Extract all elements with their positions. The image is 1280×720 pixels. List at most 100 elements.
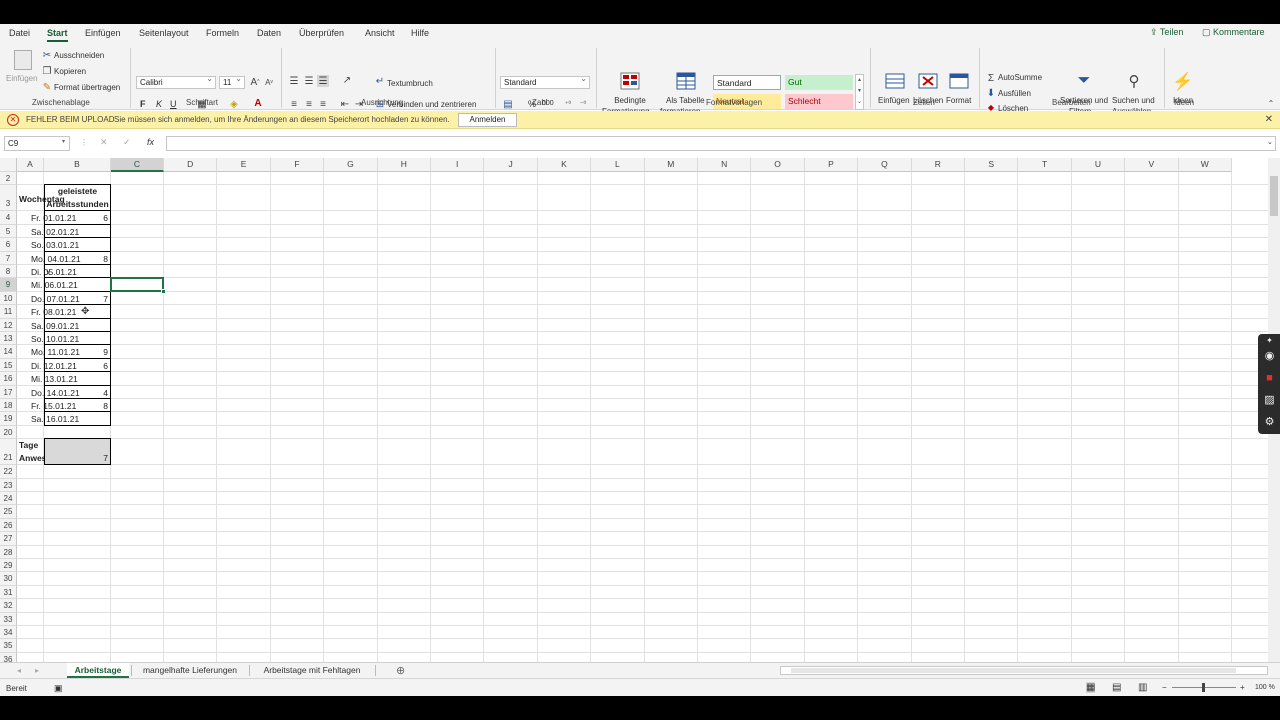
row-header-24[interactable]: 24 xyxy=(0,492,17,506)
format-painter-button[interactable]: Format übertragen xyxy=(54,83,120,92)
format-as-table-icon[interactable] xyxy=(676,72,696,90)
enter-icon[interactable]: ✓ xyxy=(123,137,131,148)
image-icon[interactable]: ▨ xyxy=(1263,394,1276,407)
paste-icon[interactable] xyxy=(14,50,32,70)
row-header-28[interactable]: 28 xyxy=(0,545,17,559)
column-header-r[interactable]: R xyxy=(911,158,965,172)
cancel-icon[interactable]: ✕ xyxy=(100,137,108,148)
tab-insert[interactable]: Einfügen xyxy=(85,28,121,38)
font-size-select[interactable]: 11 xyxy=(219,74,245,89)
tab-page-layout[interactable]: Seitenlayout xyxy=(139,28,189,38)
day-cell[interactable]: Sa. 09.01.21 xyxy=(25,321,79,331)
hours-cell[interactable]: 8 xyxy=(44,254,108,264)
column-header-w[interactable]: W xyxy=(1178,158,1232,172)
conditional-formatting-label-1[interactable]: Bedingte xyxy=(614,96,646,105)
day-cell[interactable]: Mi. 13.01.21 xyxy=(25,374,78,384)
tab-data[interactable]: Daten xyxy=(257,28,281,38)
row-header-26[interactable]: 26 xyxy=(0,518,17,533)
comments-button[interactable]: ▢ Kommentare xyxy=(1202,27,1265,38)
sort-filter-icon[interactable]: ⏷ xyxy=(1074,72,1094,90)
summary-value-cell[interactable]: 7 xyxy=(44,438,111,466)
hours-cell[interactable]: 8 xyxy=(44,401,108,411)
column-header-b[interactable]: B xyxy=(44,158,111,172)
collapse-ribbon-icon[interactable]: ⌃ xyxy=(1266,98,1276,108)
hours-cell[interactable]: 9 xyxy=(44,347,108,357)
select-all-corner[interactable] xyxy=(0,158,17,172)
row-header-29[interactable]: 29 xyxy=(0,559,17,573)
pin-icon[interactable]: ✦ xyxy=(1263,334,1276,347)
header-arbeitsstunden-line[interactable]: Arbeitsstunden xyxy=(44,199,111,209)
format-as-table-label-1[interactable]: Als Tabelle xyxy=(666,96,705,105)
column-header-t[interactable]: T xyxy=(1018,158,1072,172)
sign-in-button[interactable]: Anmelden xyxy=(458,113,517,127)
accounting-icon[interactable]: ▤ xyxy=(501,98,515,110)
wrap-text-button[interactable]: Textumbruch xyxy=(387,79,433,88)
day-cell[interactable]: Mi. 06.01.21 xyxy=(25,280,78,290)
bold-button[interactable]: F xyxy=(140,99,146,109)
column-header-c[interactable]: C xyxy=(111,158,164,172)
fill-button[interactable]: Ausfüllen xyxy=(998,89,1031,98)
macro-record-icon[interactable]: ▣ xyxy=(54,683,63,694)
row-header-3[interactable]: 3 xyxy=(0,185,17,212)
decrease-indent-icon[interactable]: ⇤ xyxy=(339,98,351,110)
hours-cell[interactable]: 6 xyxy=(44,213,108,223)
column-header-h[interactable]: H xyxy=(377,158,431,172)
row-header-6[interactable]: 6 xyxy=(0,238,17,252)
tab-help[interactable]: Hilfe xyxy=(411,28,429,38)
day-cell[interactable]: Sa. 16.01.21 xyxy=(25,414,79,424)
tab-formulas[interactable]: Formeln xyxy=(206,28,239,38)
hours-cell[interactable]: x xyxy=(46,267,50,277)
fill-handle[interactable] xyxy=(161,288,166,294)
video-record-icon[interactable]: ■ xyxy=(1263,372,1276,385)
conditional-formatting-icon[interactable] xyxy=(620,72,640,90)
next-sheet-icon[interactable]: ▸ xyxy=(35,666,39,675)
row-header-16[interactable]: 16 xyxy=(0,372,17,386)
row-header-19[interactable]: 19 xyxy=(0,412,17,426)
page-layout-view-icon[interactable]: ▤ xyxy=(1112,682,1121,693)
row-header-8[interactable]: 8 xyxy=(0,265,17,279)
horizontal-scroll-thumb[interactable] xyxy=(791,668,1236,673)
normal-view-icon[interactable]: ▦ xyxy=(1086,682,1096,693)
summary-label-line[interactable]: Tage xyxy=(19,440,38,450)
column-header-v[interactable]: V xyxy=(1125,158,1179,172)
add-sheet-icon[interactable]: ⊕ xyxy=(396,664,405,677)
column-header-d[interactable]: D xyxy=(164,158,218,172)
style-bad[interactable]: Schlecht xyxy=(785,94,853,109)
horizontal-scrollbar[interactable] xyxy=(780,666,1268,675)
align-bottom-icon[interactable]: ☰ xyxy=(317,75,329,87)
row-header-9[interactable]: 9 xyxy=(0,278,17,292)
hours-cell[interactable]: 6 xyxy=(44,361,108,371)
formula-input[interactable] xyxy=(166,136,1276,151)
italic-button[interactable]: K xyxy=(156,99,162,109)
hours-cell[interactable]: 7 xyxy=(44,294,108,304)
day-cell[interactable]: So. 03.01.21 xyxy=(25,240,79,250)
row-header-11[interactable]: 11 xyxy=(0,305,17,319)
hours-cell[interactable]: 4 xyxy=(44,388,108,398)
align-right-icon[interactable]: ≡ xyxy=(317,98,329,110)
prev-sheet-icon[interactable]: ◂ xyxy=(17,666,21,675)
column-header-p[interactable]: P xyxy=(804,158,859,172)
camera-icon[interactable]: ◉ xyxy=(1263,350,1276,363)
lightning-icon[interactable]: ⚡ xyxy=(1172,72,1193,92)
row-header-5[interactable]: 5 xyxy=(0,224,17,239)
expand-formula-icon[interactable]: ⌄ xyxy=(1267,138,1273,146)
column-header-f[interactable]: F xyxy=(270,158,325,172)
share-button[interactable]: ⇪ Teilen xyxy=(1150,27,1183,38)
day-cell[interactable]: Fr. 08.01.21 xyxy=(25,307,76,317)
day-cell[interactable]: Di. 05.01.21 xyxy=(25,267,77,277)
sheet-tab-fehltage[interactable]: Arbeitstage mit Fehltagen xyxy=(251,663,373,678)
column-header-k[interactable]: K xyxy=(537,158,592,172)
grow-font-icon[interactable]: A ^ xyxy=(249,76,261,88)
row-header-7[interactable]: 7 xyxy=(0,251,17,265)
row-header-12[interactable]: 12 xyxy=(0,318,17,332)
paste-label[interactable]: Einfügen xyxy=(6,74,38,83)
column-header-a[interactable]: A xyxy=(17,158,44,172)
row-header-17[interactable]: 17 xyxy=(0,385,17,399)
column-header-n[interactable]: N xyxy=(698,158,752,172)
page-break-view-icon[interactable]: ▥ xyxy=(1138,682,1147,693)
insert-cells-button[interactable]: Einfügen xyxy=(878,96,910,105)
style-good[interactable]: Gut xyxy=(785,75,853,90)
format-cells-button[interactable]: Format xyxy=(946,96,971,105)
format-cells-icon[interactable] xyxy=(949,72,969,90)
column-header-e[interactable]: E xyxy=(217,158,271,172)
